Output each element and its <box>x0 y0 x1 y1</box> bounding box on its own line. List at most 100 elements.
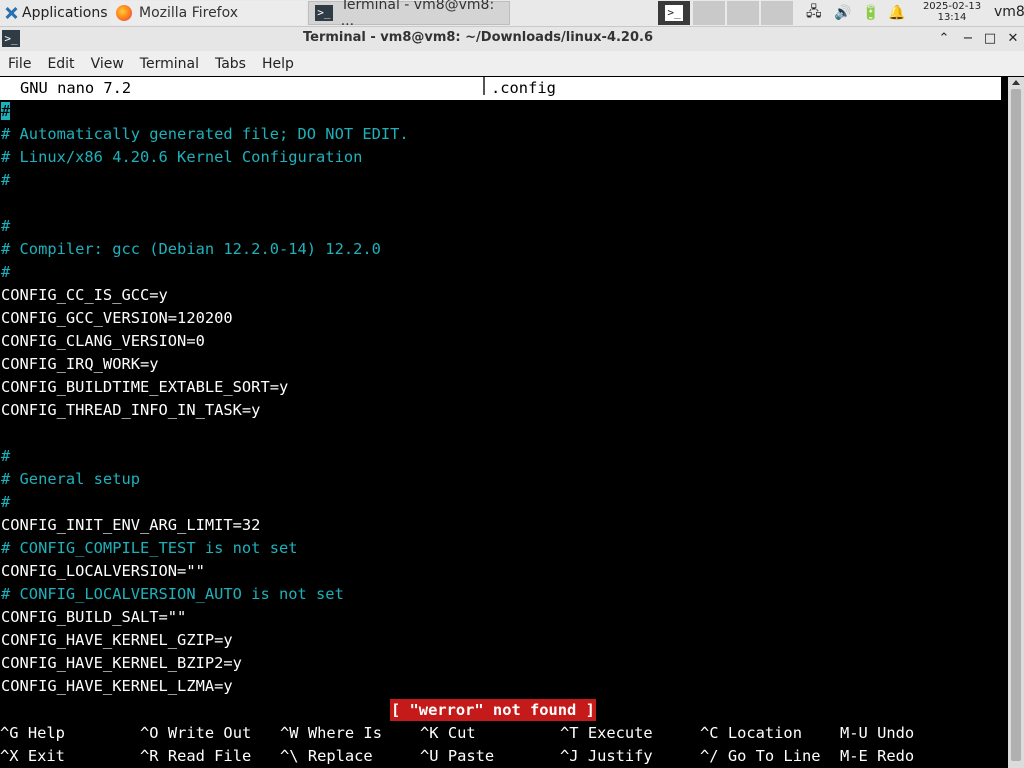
file-line[interactable]: CONFIG_BUILDTIME_EXTABLE_SORT=y <box>1 376 288 399</box>
battery-icon[interactable]: 🔋 <box>862 0 879 26</box>
shortcut-item: ^W Where Is <box>280 722 382 745</box>
file-line[interactable]: CONFIG_HAVE_KERNEL_BZIP2=y <box>1 652 242 675</box>
mouse-text-cursor <box>483 77 485 95</box>
taskbar-terminal-label: Terminal - vm8@vm8: ... <box>340 0 495 29</box>
scrollbar[interactable] <box>1008 77 1024 768</box>
shortcut-item: ^/ Go To Line <box>700 745 821 768</box>
firefox-icon <box>116 5 132 21</box>
file-line[interactable]: CONFIG_LOCALVERSION="" <box>1 560 205 583</box>
menu-tabs[interactable]: Tabs <box>207 56 254 72</box>
shortcut-key: ^X <box>0 747 19 765</box>
shortcut-key: ^/ <box>700 747 719 765</box>
menubar: File Edit View Terminal Tabs Help <box>0 51 1024 76</box>
terminal-icon: >_ <box>315 5 333 21</box>
shortcut-key: ^W <box>280 724 299 742</box>
file-line[interactable]: CONFIG_IRQ_WORK=y <box>1 353 159 376</box>
menu-file[interactable]: File <box>0 56 39 72</box>
file-line[interactable]: # Linux/x86 4.20.6 Kernel Configuration <box>1 146 362 169</box>
scrollbar-thumb[interactable] <box>1011 89 1021 761</box>
applications-menu[interactable]: Applications <box>0 0 108 26</box>
shortcut-label: Read File <box>167 747 252 765</box>
menu-view[interactable]: View <box>83 56 132 72</box>
file-line[interactable]: # <box>1 169 10 192</box>
shortcut-item: ^K Cut <box>420 722 476 745</box>
shortcut-label: Where Is <box>307 724 382 742</box>
file-line[interactable]: # Automatically generated file; DO NOT E… <box>1 123 409 146</box>
shortcut-key: ^J <box>560 747 579 765</box>
file-line[interactable]: # <box>1 445 10 468</box>
shortcut-key: ^K <box>420 724 439 742</box>
taskbar-terminal[interactable]: >_ Terminal - vm8@vm8: ... <box>308 0 510 29</box>
menu-terminal[interactable]: Terminal <box>132 56 207 72</box>
file-line[interactable]: CONFIG_CC_IS_GCC=y <box>1 284 168 307</box>
scroll-up-icon[interactable] <box>1012 80 1020 85</box>
clock[interactable]: 2025-02-13 13:14 <box>916 1 988 23</box>
taskbar-firefox[interactable]: Mozilla Firefox <box>110 1 306 25</box>
minimize-button[interactable]: − <box>958 29 978 49</box>
shortcut-item: ^O Write Out <box>140 722 251 745</box>
shortcut-label: Exit <box>27 747 65 765</box>
clock-date: 2025-02-13 <box>922 1 982 12</box>
workspace-2[interactable] <box>693 1 725 25</box>
file-line[interactable]: # <box>1 491 10 514</box>
file-line[interactable]: CONFIG_CLANG_VERSION=0 <box>1 330 205 353</box>
shortcut-key: ^R <box>140 747 159 765</box>
close-button[interactable]: ✕ <box>1003 29 1023 49</box>
shortcut-label: Write Out <box>167 724 252 742</box>
workspace-terminal-icon: >_ <box>665 5 683 21</box>
shortcut-item: ^J Justify <box>560 745 653 768</box>
file-line[interactable]: CONFIG_BUILD_SALT="" <box>1 606 186 629</box>
shortcut-item: M-E Redo <box>840 745 914 768</box>
notification-bell-icon[interactable]: 🔔 <box>888 0 905 26</box>
file-line[interactable]: CONFIG_THREAD_INFO_IN_TASK=y <box>1 399 260 422</box>
taskbar-firefox-label: Mozilla Firefox <box>139 5 239 21</box>
workspace-1[interactable]: >_ <box>658 1 690 25</box>
shortcut-item: ^C Location <box>700 722 802 745</box>
shortcut-label: Replace <box>307 747 373 765</box>
menu-edit[interactable]: Edit <box>39 56 82 72</box>
shortcut-label: Cut <box>447 724 476 742</box>
shortcut-item: ^U Paste <box>420 745 494 768</box>
shortcut-label: Go To Line <box>727 747 821 765</box>
file-line[interactable]: CONFIG_INIT_ENV_ARG_LIMIT=32 <box>1 514 260 537</box>
xfce-logo-icon <box>4 6 18 20</box>
file-line[interactable]: # <box>1 261 10 284</box>
maximize-button[interactable]: □ <box>980 29 1000 49</box>
volume-icon[interactable]: 🔊 <box>834 0 851 26</box>
shortcut-item: ^T Execute <box>560 722 653 745</box>
workspace-4[interactable] <box>761 1 793 25</box>
window-titlebar[interactable]: >_ Terminal - vm8@vm8: ~/Downloads/linux… <box>0 27 1024 51</box>
file-line[interactable]: # <box>1 215 10 238</box>
shortcut-key: ^O <box>140 724 159 742</box>
window-title: Terminal - vm8@vm8: ~/Downloads/linux-4.… <box>303 30 653 45</box>
shortcut-key: ^U <box>420 747 439 765</box>
shortcut-label: Redo <box>877 747 915 765</box>
file-line[interactable]: CONFIG_GCC_VERSION=120200 <box>1 307 233 330</box>
shortcut-label: Help <box>27 724 65 742</box>
file-line[interactable]: CONFIG_HAVE_KERNEL_GZIP=y <box>1 629 233 652</box>
terminal-area[interactable]: GNU nano 7.2 .config # # Automatically g… <box>0 77 1008 768</box>
shade-button[interactable]: ⌃ <box>934 29 954 49</box>
shortcut-label: Paste <box>447 747 495 765</box>
file-line[interactable]: # CONFIG_COMPILE_TEST is not set <box>1 537 298 560</box>
file-line[interactable]: CONFIG_HAVE_KERNEL_LZMA=y <box>1 675 233 698</box>
workspace-3[interactable] <box>727 1 759 25</box>
file-line[interactable]: # General setup <box>1 468 140 491</box>
shortcut-key: ^C <box>700 724 719 742</box>
shortcut-item: ^G Help <box>0 722 65 745</box>
network-icon[interactable]: 🖧 <box>806 0 822 26</box>
shortcut-label: Undo <box>877 724 915 742</box>
menu-help[interactable]: Help <box>254 56 302 72</box>
shortcut-key: M-E <box>840 747 868 765</box>
shortcut-item: ^R Read File <box>140 745 251 768</box>
system-panel: Applications Mozilla Firefox >_ Terminal… <box>0 0 1024 29</box>
file-line[interactable]: # CONFIG_LOCALVERSION_AUTO is not set <box>1 583 344 606</box>
nano-filename: .config <box>491 79 556 97</box>
file-line[interactable]: # Compiler: gcc (Debian 12.2.0-14) 12.2.… <box>1 238 381 261</box>
shortcut-key: ^T <box>560 724 579 742</box>
nano-version: GNU nano 7.2 <box>20 79 132 97</box>
shortcut-item: ^\ Replace <box>280 745 373 768</box>
cursor-line[interactable]: # <box>1 100 11 123</box>
user-menu[interactable]: vm8 <box>994 4 1024 20</box>
shortcut-item: ^X Exit <box>0 745 65 768</box>
